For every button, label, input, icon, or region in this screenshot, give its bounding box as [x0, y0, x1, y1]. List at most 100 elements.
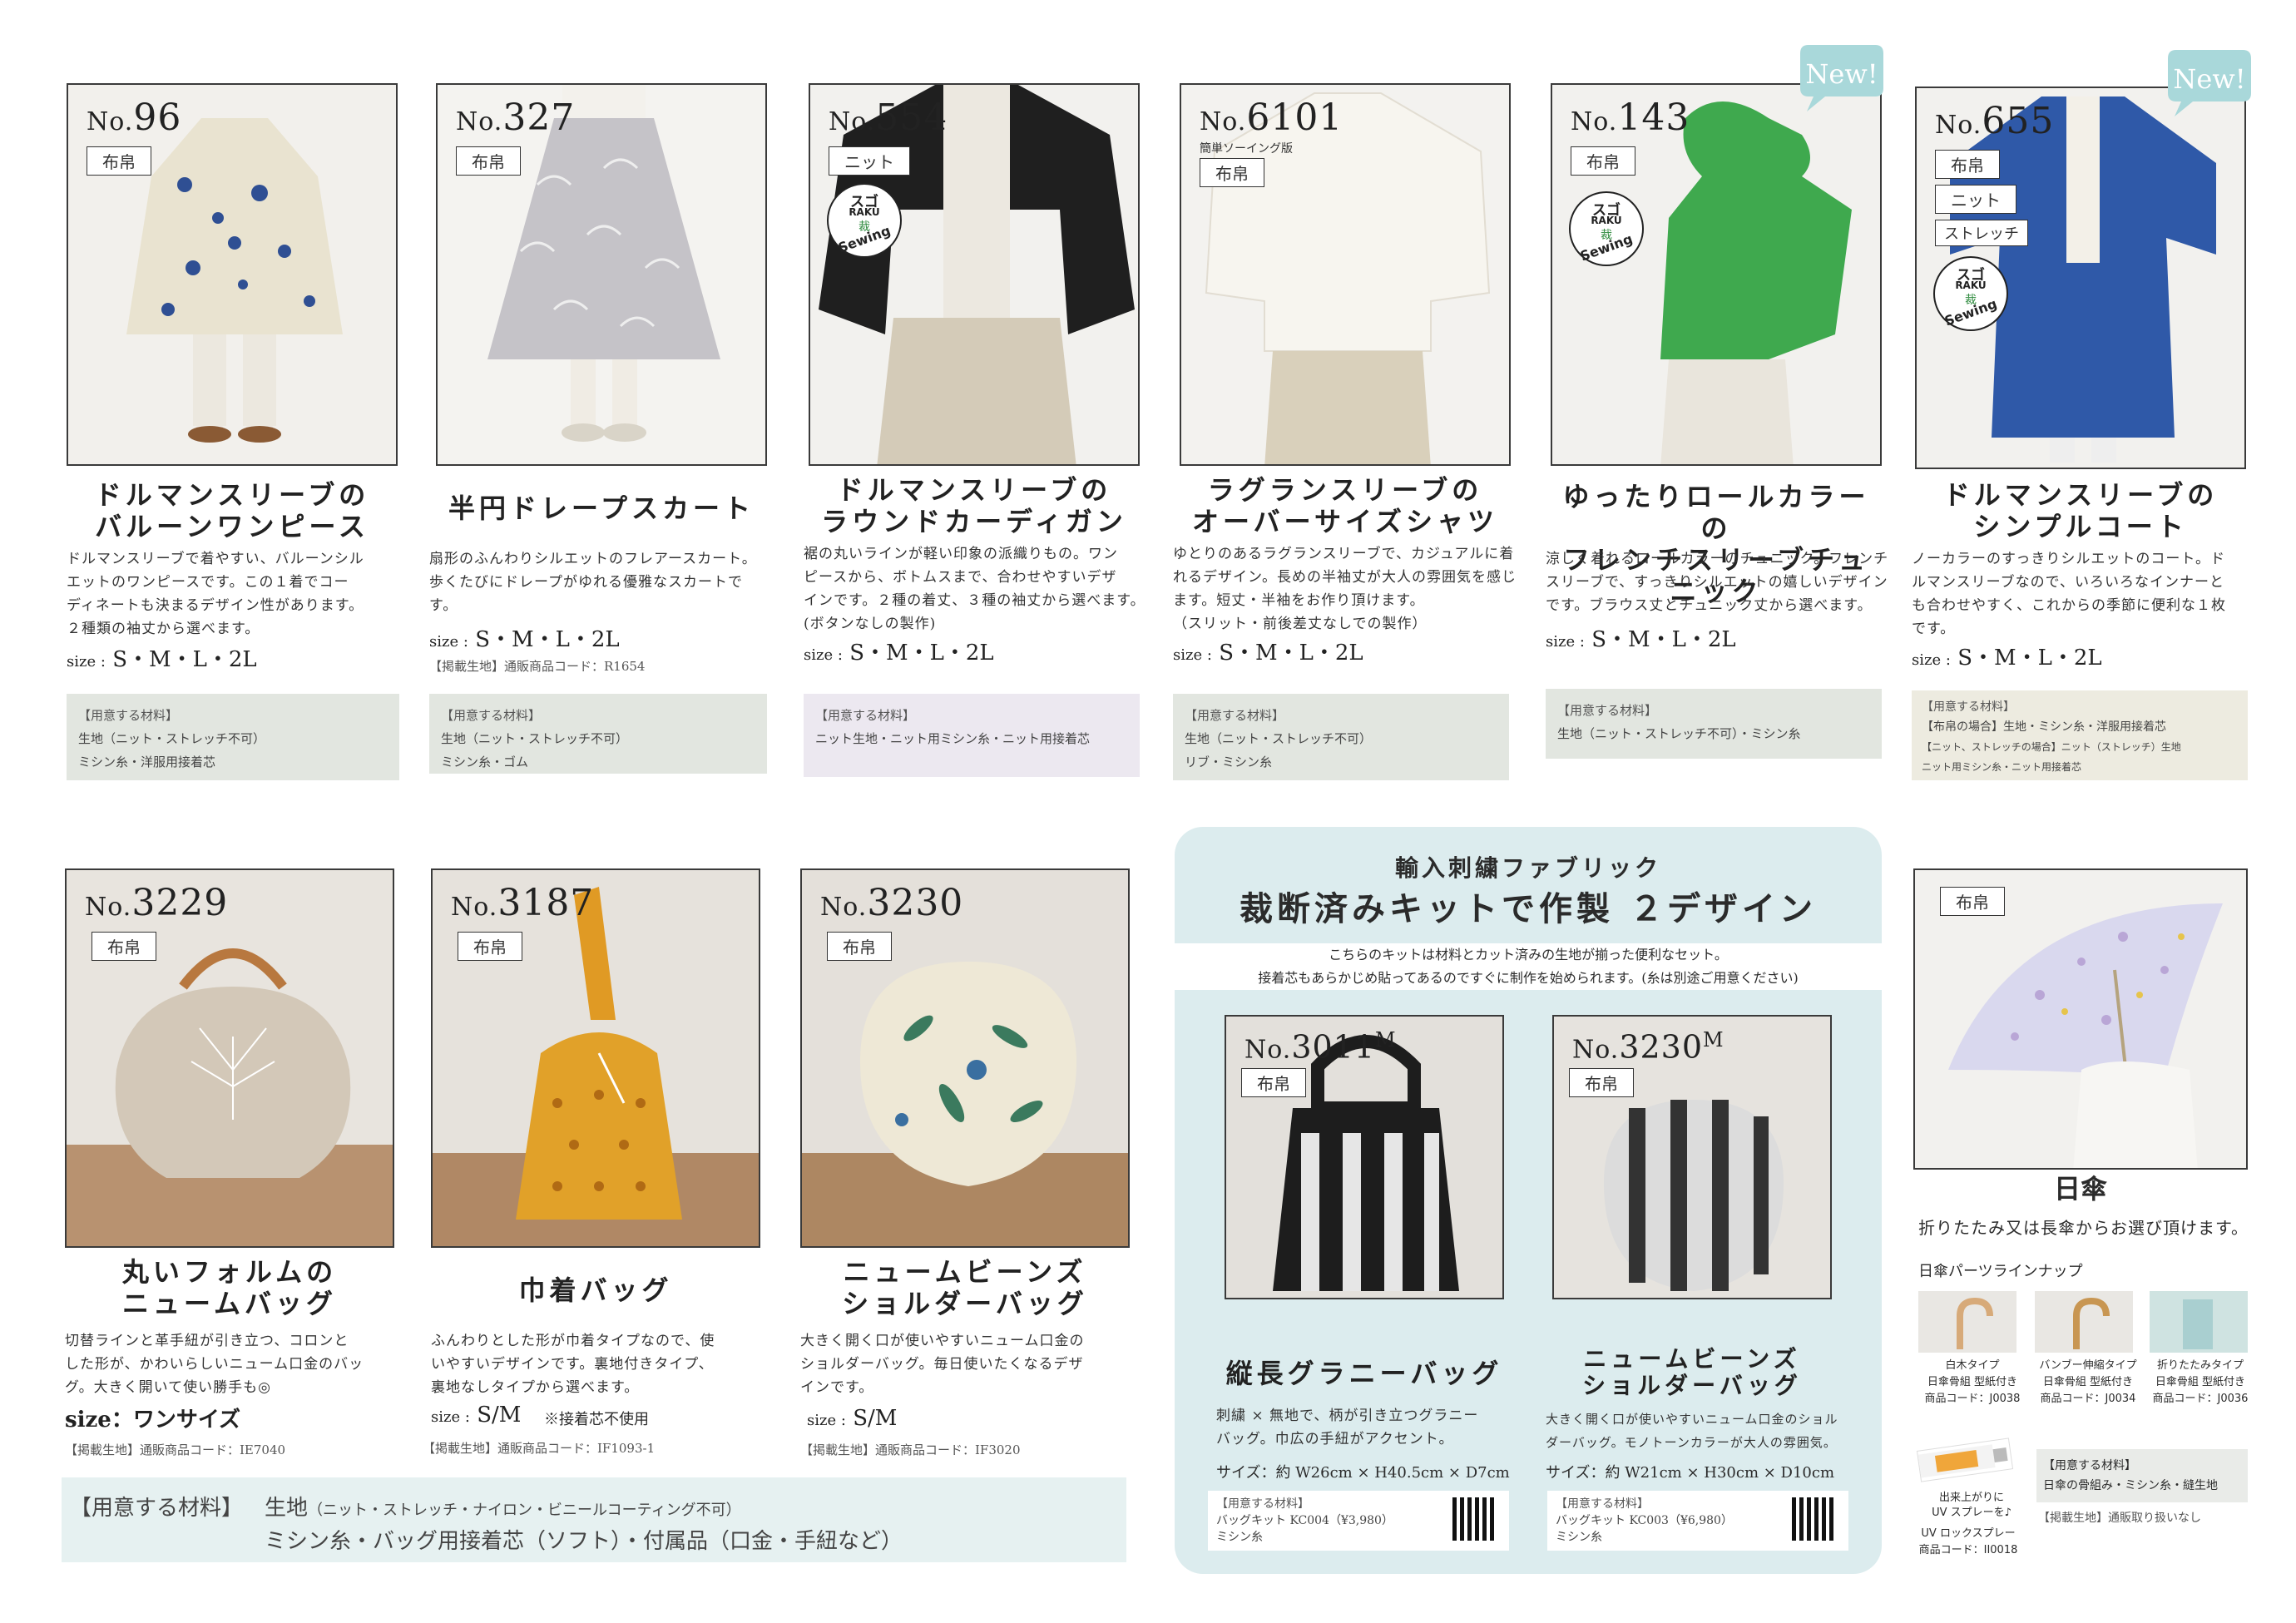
product-title: 巾着バッグ — [518, 1274, 673, 1306]
fabric-tag: 布帛 — [1935, 150, 2000, 179]
product-number: No.3187 — [451, 882, 595, 924]
product-description: ゆとりのあるラグランスリーブで、カジュアルに着 れるデザイン。長めの半袖丈が大人の… — [1173, 546, 1517, 632]
product-number: No.3230M — [1572, 1028, 1724, 1066]
size-range: size : S・M・L・2L — [1912, 646, 2102, 670]
product-title: 縦長グラニーバッグ — [1225, 1358, 1503, 1389]
part-info: 折りたたみタイプ 日傘骨組 型紙付き 商品コード：J0036 — [2152, 1359, 2249, 1405]
size-range: size : S・M・L・2L — [1546, 627, 1736, 652]
fabric-tag: 布帛 — [1200, 158, 1264, 187]
product-description: 切替ラインと革手紐が引き立つ、コロンと した形が、かわいらしいニューム口金のバッグ… — [65, 1333, 364, 1396]
umbrella-materials: 【用意する材料】 日傘の骨組み・ミシン糸・縫生地 — [2036, 1449, 2248, 1502]
size-range: size : S・M・L・2L — [1173, 641, 1363, 666]
skirt-illustration — [487, 85, 720, 442]
product-number: No.655 — [1935, 100, 2055, 142]
size-note: ※接着芯不使用 — [544, 1411, 649, 1428]
fabric-tag: 布帛 — [92, 932, 156, 961]
kit-header-small: 輸入刺繍ファブリック — [1394, 854, 1661, 882]
fabric-code: 【掲載生地】通販商品コード：R1654 — [429, 659, 646, 674]
parts-heading: 日傘パーツラインナップ — [1918, 1263, 2083, 1280]
product-description: 大きく開く口が使いやすいニューム口金のショル ダーバッグ。モノトーンカラーが大人の… — [1546, 1412, 1838, 1450]
materials-box: 【用意する材料】 バッグキット KC003（¥6,980） ミシン糸 — [1547, 1491, 1848, 1551]
part-info: バンブー伸縮タイプ 日傘骨組 型紙付き 商品コード：J0034 — [2039, 1359, 2137, 1405]
product-number: No.554 — [829, 96, 948, 139]
product-photo-327: No.327 布帛 — [436, 83, 767, 466]
product-number: No.3229 — [85, 882, 229, 924]
size-range: size : S・M・L・2L — [804, 641, 994, 666]
kit-header-big: 裁断済みキットで作製 ２デザイン — [1240, 889, 1817, 928]
raku-sewing-badge: スゴ RAKU 裁 Sewing — [1569, 191, 1644, 266]
size-range: size : S・M・L・2L — [67, 647, 257, 672]
product-photo-umbrella: 布帛 — [1913, 868, 2248, 1170]
new-badge-label: New! — [2173, 63, 2246, 95]
product-photo-3230-kit: No.3230M 布帛 — [1552, 1015, 1832, 1299]
fabric-tag: 布帛 — [1241, 1068, 1306, 1097]
kit-intro: こちらのキットは材料とカット済みの生地が揃った便利なセット。 接着芯もあらかじめ… — [1175, 943, 1882, 990]
raku-sewing-badge: スゴ RAKU 裁 Sewing — [1933, 256, 2008, 331]
product-title: 丸いフォルムの ニュームバッグ — [121, 1256, 338, 1319]
product-description: ドルマンスリーブで着やすい、バルーンシル エットのワンピースです。この１着でコーデ… — [67, 551, 364, 637]
uv-spray-image — [1916, 1437, 2014, 1482]
spray-info: UV ロックスプレー 商品コード：II0018 — [1918, 1527, 2018, 1556]
product-photo-6101: No.6101 簡単ソーイング版 布帛 — [1180, 83, 1511, 466]
materials-box: 【用意する材料】 生地（ニット・ストレッチ不可） ミシン糸・ゴム — [429, 694, 767, 774]
round-bag-illustration — [67, 948, 393, 1246]
product-number: No.143 — [1571, 96, 1690, 139]
product-title: ニュームビーンズ ショルダーバッグ — [842, 1256, 1088, 1319]
product-description: ふんわりとした形が巾着タイプなので、使 いやすいデザインです。裏地付きタイプ、 裏地… — [431, 1333, 715, 1396]
materials-line2: ミシン糸・バッグ用接着芯（ソフト）・付属品（口金・手紐など） — [265, 1529, 903, 1554]
fabric-tag: 布帛 — [1940, 887, 2005, 916]
product-title: ドルマンスリーブの ラウンドカーディガン — [821, 474, 1127, 537]
product-number: No.327 — [456, 96, 576, 139]
fabric-tag: ストレッチ — [1935, 220, 2028, 246]
materials-line1: 生地（ニット・ストレッチ・ナイロン・ビニールコーティング不可） — [265, 1496, 741, 1521]
raku-sewing-badge: スゴ RAKU 裁 Sewing — [827, 183, 902, 258]
product-description: 刺繍 × 無地で、柄が引き立つグラニー バッグ。巾広の手紐がアクセント。 — [1216, 1408, 1479, 1447]
product-title: ニュームビーンズ ショルダーバッグ — [1582, 1345, 1802, 1399]
product-photo-96: No.96 布帛 — [67, 83, 398, 466]
product-number: No.3011M — [1244, 1028, 1397, 1066]
qr-code[interactable] — [1792, 1497, 1835, 1541]
product-description: 裾の丸いラインが軽い印象の派織りもの。ワン ピースから、ボトムスまで、合わせやすい… — [804, 546, 1146, 632]
product-title: 半円ドレープスカート — [448, 492, 755, 524]
materials-box: 【用意する材料】 【布帛の場合】生地・ミシン糸・洋服用接着芯 【ニット、ストレッチの… — [1912, 690, 2248, 780]
part-image-bamboo — [2035, 1291, 2133, 1353]
dress-illustration — [126, 118, 343, 443]
materials-label: 【用意する材料】 — [70, 1496, 244, 1521]
tunic-illustration — [1660, 101, 1852, 464]
new-badge-label: New! — [1805, 58, 1878, 90]
fabric-tag: 布帛 — [827, 932, 892, 961]
part-info: 白木タイプ 日傘骨組 型紙付き 商品コード：J0038 — [1924, 1359, 2021, 1405]
product-photo-554: No.554 ニット スゴ RAKU 裁 Sewing — [809, 83, 1140, 466]
cardigan-illustration — [819, 85, 1135, 464]
fabric-tag: 布帛 — [87, 146, 151, 176]
fabric-code: 【掲載生地】通販商品コード：IF1093-1 — [423, 1441, 656, 1456]
size-range: size：ワンサイズ — [65, 1408, 241, 1432]
product-title: ラグランスリーブの オーバーサイズシャツ — [1191, 474, 1499, 537]
product-number: No.6101 — [1200, 96, 1343, 139]
product-description: 大きく開く口が使いやすいニューム口金の ショルダーバッグ。毎日使いたくなるデザ イン… — [800, 1333, 1085, 1396]
product-title: ドルマンスリーブの シンプルコート — [1942, 479, 2219, 542]
size-range: size : S/M — [807, 1406, 898, 1431]
materials-box: 【用意する材料】 ニット生地・ニット用ミシン糸・ニット用接着芯 — [804, 694, 1140, 777]
umbrella-fabric-note: 【掲載生地】通販取り扱いなし — [2038, 1512, 2201, 1525]
kit-size: サイズ：約 W21cm × H30cm × D10cm — [1546, 1464, 1835, 1482]
product-photo-3229: No.3229 布帛 — [65, 868, 394, 1248]
qr-code[interactable] — [1452, 1497, 1496, 1541]
part-image-shiraki — [1918, 1291, 2016, 1353]
product-number: No.3230 — [820, 882, 964, 924]
part-image-folding — [2150, 1291, 2248, 1353]
fabric-tag: 布帛 — [1569, 1068, 1634, 1097]
product-photo-3011: No.3011M 布帛 — [1225, 1015, 1504, 1299]
fabric-tag: 布帛 — [456, 146, 521, 176]
materials-box: 【用意する材料】 生地（ニット・ストレッチ不可） リブ・ミシン糸 — [1173, 694, 1509, 780]
size-range: size : S・M・L・2L — [429, 627, 620, 652]
fabric-tag: 布帛 — [1571, 146, 1635, 176]
product-description: ノーカラーのすっきりシルエットのコート。ド ルマンスリーブなので、いろいろなインナ… — [1912, 551, 2226, 637]
product-photo-655: No.655 布帛 ニット ストレッチ スゴ RAKU 裁 Sewing — [1915, 87, 2246, 469]
kit-size: サイズ：約 W26cm × H40.5cm × D7cm — [1216, 1464, 1510, 1482]
product-photo-3230: No.3230 布帛 — [800, 868, 1130, 1248]
product-subtitle: 簡単ソーイング版 — [1200, 142, 1293, 156]
drawstring-bag-illustration — [433, 887, 759, 1246]
fabric-tag: 布帛 — [458, 932, 522, 961]
product-description: 涼しく着れるロールカラーのチュニック。フレンチ スリーブで、すっきりシルエットの嬉… — [1546, 551, 1889, 614]
